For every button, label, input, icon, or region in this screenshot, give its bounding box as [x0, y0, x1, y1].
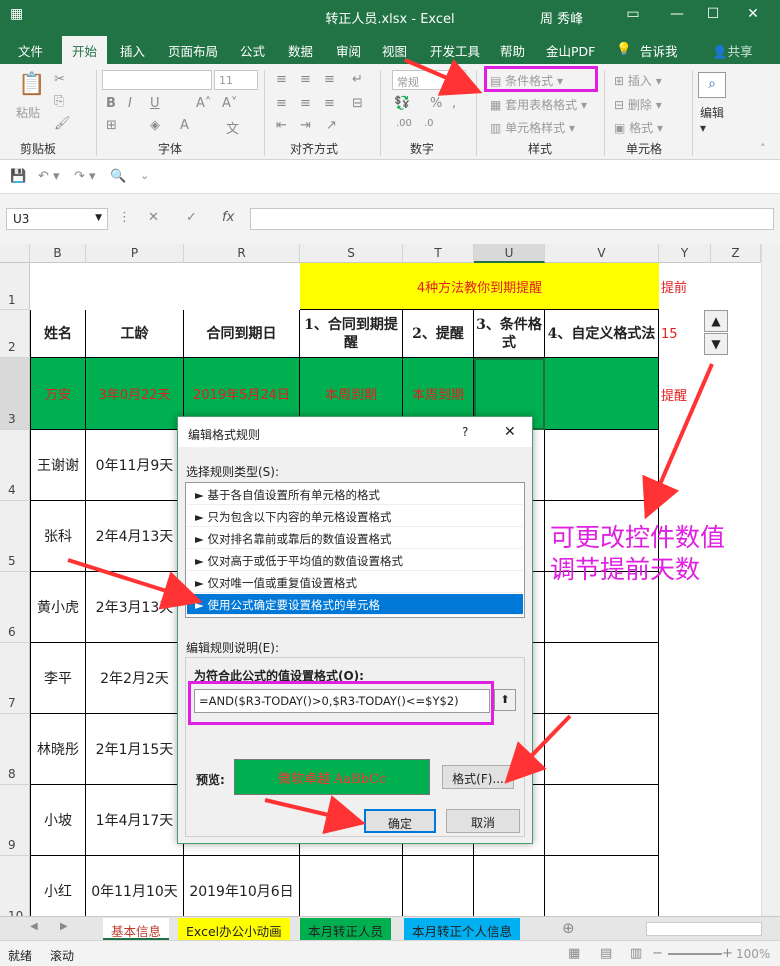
sheet-tab-monthly-regulars[interactable]: 本月转正人员 — [300, 918, 392, 940]
status-scroll: 滚动 — [50, 949, 75, 963]
zoom-out-icon[interactable]: − — [652, 946, 663, 961]
status-bar: 就绪 滚动 ▦ ▤ ▥ − + 100% — [0, 940, 780, 966]
arrow-to-annotation — [642, 363, 714, 520]
zoom-in-icon[interactable]: + — [722, 946, 733, 961]
zoom-level[interactable]: 100% — [736, 947, 770, 961]
prev-sheet-icon[interactable]: ◀ — [30, 921, 38, 932]
add-sheet-icon[interactable]: ⊕ — [562, 919, 575, 937]
normal-view-icon[interactable]: ▦ — [568, 946, 580, 961]
arrow-to-rule-type — [67, 558, 203, 610]
next-sheet-icon[interactable]: ▶ — [60, 921, 68, 932]
page-layout-view-icon[interactable]: ▤ — [600, 946, 612, 961]
horizontal-scrollbar[interactable] — [646, 922, 762, 936]
sheet-tab-excel-animations[interactable]: Excel办公小动画 — [178, 918, 290, 940]
sheet-tab-bar: ◀ ▶ 基本信息 Excel办公小动画 本月转正人员 本月转正个人信息 ⊕ — [0, 916, 780, 940]
annotation-arrows — [67, 58, 714, 835]
status-ready: 就绪 — [8, 949, 33, 963]
page-break-view-icon[interactable]: ▥ — [630, 946, 642, 961]
arrow-to-conditional-format — [404, 58, 483, 96]
zoom-slider[interactable] — [668, 953, 722, 955]
arrow-to-ok-button — [264, 795, 366, 835]
sheet-tab-basic-info[interactable]: 基本信息 — [103, 918, 170, 940]
sheet-tab-monthly-regular-info[interactable]: 本月转正个人信息 — [404, 918, 521, 940]
arrow-to-format-button — [504, 714, 572, 784]
